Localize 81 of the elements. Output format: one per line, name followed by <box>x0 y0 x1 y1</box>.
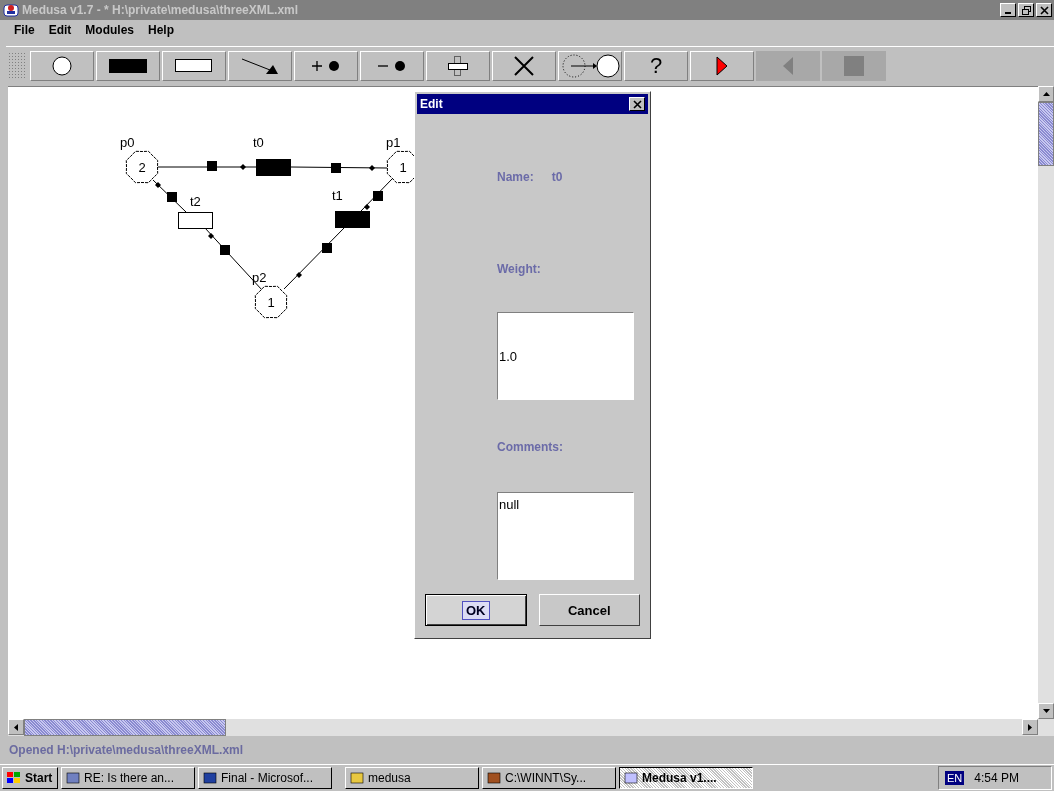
node-label: p0 <box>120 135 135 150</box>
comments-field[interactable]: null <box>497 492 634 580</box>
back-icon <box>782 55 794 76</box>
app-icon <box>349 770 365 786</box>
plus-dot-icon <box>311 58 341 73</box>
empty-rectangle-icon <box>175 58 213 73</box>
arc-line <box>152 179 187 213</box>
restore-button[interactable] <box>1018 3 1034 17</box>
app-icon <box>486 770 502 786</box>
scroll-thumb[interactable] <box>24 719 226 736</box>
fire-tool-button[interactable] <box>558 50 622 81</box>
close-button[interactable] <box>1036 3 1052 17</box>
taskbar-button[interactable]: Medusa v1.... <box>619 767 753 789</box>
play-tool-button[interactable] <box>690 50 754 81</box>
field-label: Comments: <box>497 440 564 454</box>
circle-arrow-icon <box>559 52 621 79</box>
app-icon <box>623 770 639 786</box>
ok-button[interactable]: OK <box>425 594 527 626</box>
transition-tool-button[interactable] <box>96 50 160 81</box>
menu-item[interactable]: Help <box>148 23 175 37</box>
app-icon <box>202 770 218 786</box>
app-icon <box>65 770 81 786</box>
filled-rectangle-icon <box>109 58 147 73</box>
window-title: Medusa v1.7 - * H:\private\medusa\threeXML.xml <box>22 3 300 17</box>
language-indicator[interactable]: EN <box>945 771 965 785</box>
weight-field[interactable]: 1.0 <box>497 312 634 400</box>
close-icon <box>1039 5 1049 15</box>
arc-tool-button[interactable] <box>228 50 292 81</box>
node-label: t1 <box>332 188 343 203</box>
close-button[interactable] <box>629 97 645 111</box>
delete-tool-button[interactable] <box>492 50 556 81</box>
node-label: p2 <box>252 270 267 285</box>
scroll-thumb[interactable] <box>1038 102 1054 166</box>
restore-icon <box>1021 5 1031 15</box>
x-icon <box>513 54 535 77</box>
horizontal-scrollbar[interactable] <box>8 719 1054 736</box>
circle-icon <box>52 55 72 76</box>
transition-rect[interactable] <box>178 212 213 229</box>
windows-logo-icon <box>6 771 22 785</box>
status-text: Opened H:\private\medusa\threeXML.xml <box>9 743 244 757</box>
left-arrow-icon <box>14 723 18 731</box>
play-icon <box>716 55 728 76</box>
move-tool-button[interactable] <box>426 50 490 81</box>
minimize-button[interactable] <box>1000 3 1016 17</box>
menu-item[interactable]: Modules <box>85 23 134 37</box>
taskbar-button[interactable]: medusa <box>345 767 479 789</box>
name-value: t0 <box>551 170 563 184</box>
token-count: 1 <box>399 160 407 175</box>
up-arrow-icon <box>1042 92 1050 96</box>
place-tool-button[interactable] <box>30 50 94 81</box>
arc-line <box>283 226 346 290</box>
cross-rectangle-icon <box>447 54 469 77</box>
vertical-scrollbar[interactable] <box>1038 86 1054 719</box>
node-label: p1 <box>386 135 401 150</box>
start-button[interactable]: Start <box>2 767 58 789</box>
token-count: 2 <box>138 160 146 175</box>
arc-line <box>360 178 393 212</box>
menu-item[interactable]: Edit <box>48 23 72 37</box>
arrow-icon <box>240 55 280 76</box>
token-count: 1 <box>267 295 275 310</box>
empty-transition-tool-button[interactable] <box>162 50 226 81</box>
right-arrow-icon <box>1028 723 1032 731</box>
stop-icon <box>844 55 864 76</box>
taskbar-button[interactable]: Final - Microsof... <box>198 767 332 789</box>
node-label: t0 <box>253 135 264 150</box>
app-icon <box>3 2 19 18</box>
node-label: t2 <box>190 194 201 209</box>
minus-dot-icon <box>377 58 407 73</box>
help-tool-button[interactable]: ? <box>624 50 688 81</box>
menu-item[interactable]: File <box>14 23 35 37</box>
dialog-title: Edit <box>420 97 443 111</box>
add-token-tool-button[interactable] <box>294 50 358 81</box>
down-arrow-icon <box>1042 709 1050 713</box>
field-label: Name: <box>497 170 534 184</box>
taskbar-button[interactable]: RE: Is there an... <box>61 767 195 789</box>
clock: 4:54 PM <box>974 771 1019 785</box>
close-icon <box>632 99 642 109</box>
field-label: Weight: <box>497 262 542 276</box>
remove-token-tool-button[interactable] <box>360 50 424 81</box>
taskbar-button[interactable]: C:\WINNT\Sy... <box>482 767 616 789</box>
cancel-button[interactable]: Cancel <box>538 594 640 626</box>
